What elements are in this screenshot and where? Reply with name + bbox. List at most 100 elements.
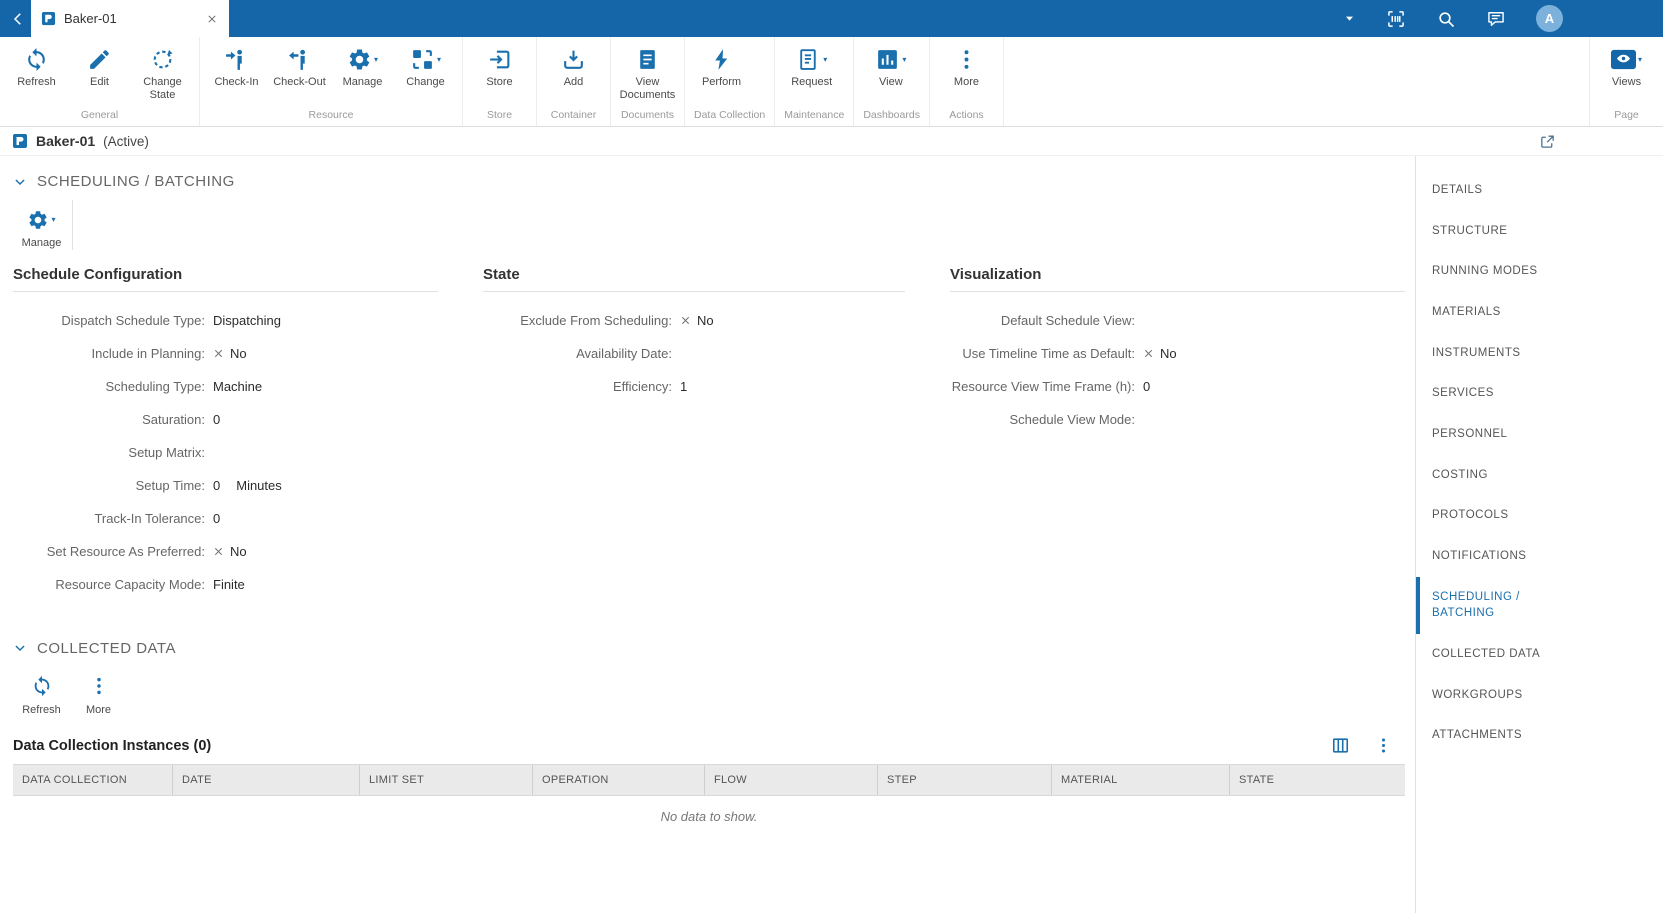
sidebar-item[interactable]: RUNNING MODES xyxy=(1416,251,1564,292)
column-header[interactable]: LIMIT SET xyxy=(360,765,533,796)
views-icon xyxy=(1610,47,1636,72)
table-header-bar: Data Collection Instances (0) xyxy=(0,724,1405,764)
ribbon-button[interactable]: ▾ View xyxy=(859,37,922,107)
sidebar-item[interactable]: PERSONNEL xyxy=(1416,414,1564,455)
toolbar-separator xyxy=(72,200,73,250)
x-icon xyxy=(213,546,224,557)
gear-icon xyxy=(347,47,372,72)
field-row: Setup Time: 0 Minutes xyxy=(13,469,483,502)
more-options-icon[interactable] xyxy=(1374,736,1393,755)
ribbon-button[interactable]: ▾ View Documents xyxy=(616,37,679,107)
change-state-icon xyxy=(150,47,175,72)
column-header[interactable]: FLOW xyxy=(705,765,878,796)
ribbon-button[interactable]: ▾ Change State xyxy=(131,37,194,107)
ribbon-group: ▾ Add Container xyxy=(537,37,611,126)
sidebar-item[interactable]: STRUCTURE xyxy=(1416,211,1564,252)
caret-down-icon[interactable] xyxy=(1343,12,1356,25)
field-label: Setup Time: xyxy=(135,477,205,493)
toolbar-button[interactable]: ▾ Manage xyxy=(13,200,70,250)
ribbon-button[interactable]: ▾ Check-In xyxy=(205,37,268,107)
toolbar-button[interactable]: ▾ More xyxy=(70,667,127,717)
caret-down-icon: ▾ xyxy=(373,54,378,64)
sidebar-item[interactable]: WORKGROUPS xyxy=(1416,675,1564,716)
sidebar-item[interactable]: INSTRUMENTS xyxy=(1416,333,1564,374)
ribbon-button[interactable]: ▾ Add xyxy=(542,37,605,107)
view-dashboard-icon xyxy=(875,47,900,72)
section-scheduling-header[interactable]: SCHEDULING / BATCHING xyxy=(0,156,1415,194)
field-row: Scheduling Type: Machine xyxy=(13,370,483,403)
field-group-title: Schedule Configuration xyxy=(13,266,438,292)
field-value-text: 1 xyxy=(680,378,688,394)
perform-icon xyxy=(709,47,734,72)
views-button[interactable]: ▾ Views xyxy=(1595,37,1658,107)
resource-icon xyxy=(12,133,28,149)
ribbon-button[interactable]: ▾ More xyxy=(935,37,998,107)
ribbon-button[interactable]: ▾ Edit xyxy=(68,37,131,107)
ribbon-button-label: Refresh xyxy=(17,76,56,88)
field-label: Scheduling Type: xyxy=(105,378,206,394)
check-out-icon xyxy=(287,47,312,72)
field-row: Resource Capacity Mode: Finite xyxy=(13,568,483,601)
field-label: Resource Capacity Mode: xyxy=(55,576,205,592)
ribbon-toolbar: ▾ Refresh ▾ Edit xyxy=(0,37,1663,127)
field-label: Track-In Tolerance: xyxy=(94,510,205,526)
sidebar-item[interactable]: NOTIFICATIONS xyxy=(1416,536,1564,577)
section-title: COLLECTED DATA xyxy=(37,639,176,657)
tab-baker-01[interactable]: Baker-01 xyxy=(31,0,229,37)
ribbon-button[interactable]: ▾ Check-Out xyxy=(268,37,331,107)
ribbon-button[interactable]: ▾ Change xyxy=(394,37,457,107)
ribbon-button[interactable]: ▾ Perform xyxy=(690,37,753,107)
change-icon xyxy=(410,47,435,72)
columns-icon[interactable] xyxy=(1331,736,1350,755)
ribbon-group-caption: Resource xyxy=(308,109,354,121)
field-label: Use Timeline Time as Default: xyxy=(962,345,1135,361)
column-header[interactable]: DATE xyxy=(173,765,360,796)
chevron-down-icon xyxy=(13,175,27,189)
avatar[interactable]: A xyxy=(1536,5,1563,32)
sidebar-item[interactable]: COSTING xyxy=(1416,455,1564,496)
sidebar-item[interactable]: SERVICES xyxy=(1416,373,1564,414)
sidebar-item[interactable]: SCHEDULING / BATCHING xyxy=(1416,576,1564,635)
ribbon-button[interactable]: ▾ Store xyxy=(468,37,531,107)
page-title: Baker-01 xyxy=(36,133,96,149)
column-header[interactable]: STATE xyxy=(1230,765,1405,795)
ribbon-group: ▾ More Actions xyxy=(930,37,1004,126)
toolbar-button[interactable]: ▾ Refresh xyxy=(13,667,70,717)
field-value-text: No xyxy=(230,543,247,559)
field-label: Default Schedule View: xyxy=(1000,312,1135,328)
section-collected-data-header[interactable]: COLLECTED DATA xyxy=(0,623,1415,661)
ribbon-group-page: ▾ Views Page xyxy=(1589,37,1663,126)
column-header[interactable]: OPERATION xyxy=(533,765,705,796)
ribbon-group: ▾ View Dashboards xyxy=(854,37,930,126)
scan-icon[interactable] xyxy=(1386,9,1406,29)
ribbon-button[interactable]: ▾ Request xyxy=(780,37,843,107)
field-group-title: State xyxy=(483,266,905,292)
column-header[interactable]: DATA COLLECTION xyxy=(13,765,173,796)
back-chevron-icon[interactable] xyxy=(9,10,27,28)
chat-icon[interactable] xyxy=(1486,9,1506,29)
field-row: Default Schedule View: xyxy=(950,304,1405,337)
ribbon-button-label: Views xyxy=(1611,76,1642,88)
ribbon-button-label: Request xyxy=(791,76,833,88)
ribbon-button[interactable]: ▾ Refresh xyxy=(5,37,68,107)
page-nav-sidebar: DETAILS STRUCTURE RUNNING MODES MATERIAL… xyxy=(1415,156,1663,913)
popout-icon[interactable] xyxy=(1539,133,1556,150)
field-value-text: Finite xyxy=(213,576,245,592)
more-icon xyxy=(88,675,110,697)
sidebar-item[interactable]: DETAILS xyxy=(1416,170,1564,211)
caret-down-icon: ▾ xyxy=(51,214,56,224)
close-tab-icon[interactable] xyxy=(205,12,219,26)
column-header[interactable]: STEP xyxy=(878,765,1052,796)
field-group: Visualization Default Schedule View: Use… xyxy=(950,266,1405,601)
sidebar-item[interactable]: MATERIALS xyxy=(1416,292,1564,333)
ribbon-button-label: View xyxy=(879,76,903,88)
column-header[interactable]: MATERIAL xyxy=(1052,765,1230,796)
search-icon[interactable] xyxy=(1436,9,1456,29)
sidebar-item[interactable]: PROTOCOLS xyxy=(1416,495,1564,536)
sidebar-item[interactable]: COLLECTED DATA xyxy=(1416,634,1564,675)
field-label: Availability Date: xyxy=(576,345,672,361)
sidebar-item[interactable]: ATTACHMENTS xyxy=(1416,715,1564,756)
field-value: No xyxy=(1143,346,1177,361)
gear-icon xyxy=(27,209,49,231)
ribbon-button[interactable]: ▾ Manage xyxy=(331,37,394,107)
